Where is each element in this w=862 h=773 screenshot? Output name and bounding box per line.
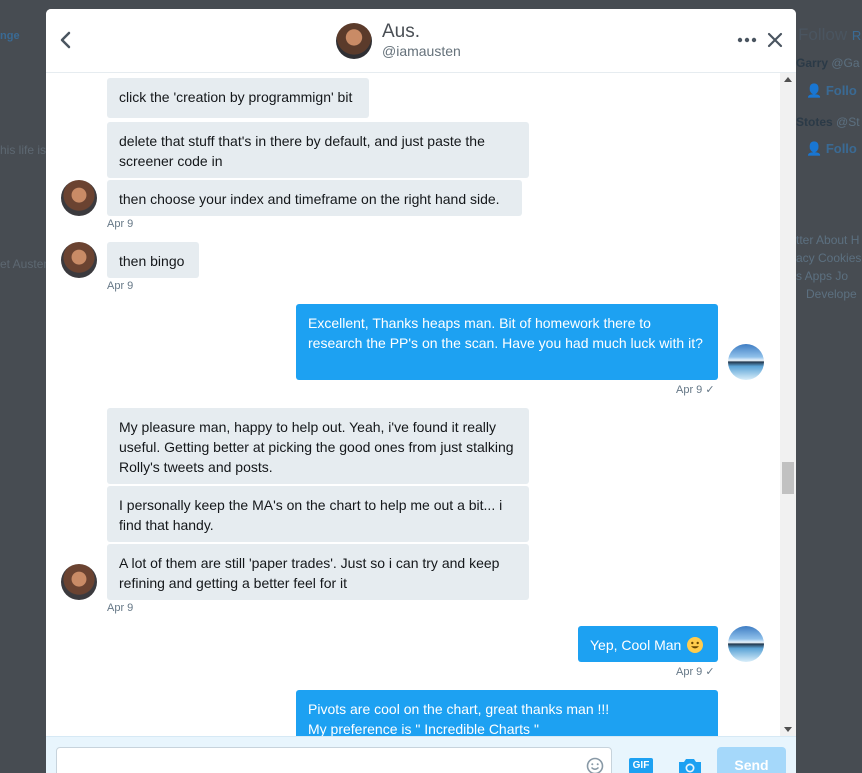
message-composer: GIF Send — [46, 736, 796, 773]
message-line: My preference is " Incredible Charts " — [308, 721, 539, 736]
scrollbar-thumb[interactable] — [782, 462, 794, 494]
avatar[interactable] — [728, 344, 764, 380]
message-bubble-received[interactable]: delete that stuff that's in there by def… — [107, 122, 529, 178]
bg-footer-link: Develope — [806, 287, 857, 301]
conversation-handle: @iamausten — [382, 43, 461, 59]
close-icon — [767, 32, 783, 48]
camera-icon — [679, 759, 701, 773]
send-button[interactable]: Send — [717, 747, 786, 773]
message-list: click the 'creation by programmign' bit … — [46, 73, 781, 736]
close-button[interactable] — [766, 30, 784, 50]
gif-button[interactable]: GIF — [629, 758, 653, 773]
message-bubble-received[interactable]: My pleasure man, happy to help out. Yeah… — [107, 408, 529, 484]
bg-user-1: Garry @Ga — [796, 56, 860, 70]
message-bubble-sent[interactable]: Yep, Cool Man — [578, 626, 718, 662]
bg-footer-link: acy Cookies — [796, 251, 862, 265]
bg-fragment: et Austen — [0, 257, 51, 271]
avatar[interactable] — [61, 242, 97, 278]
add-photo-button[interactable] — [677, 756, 703, 773]
message-timestamp: Apr 9 ✓ — [676, 666, 715, 678]
message-bubble-sent[interactable]: Pivots are cool on the chart, great than… — [296, 690, 718, 736]
bg-follow-heading: Follow R — [798, 25, 862, 44]
message-line: Pivots are cool on the chart, great than… — [308, 701, 610, 717]
more-options-button[interactable] — [736, 29, 758, 51]
bg-footer-link: s Apps Jo — [796, 269, 849, 283]
bg-fragment: nge — [0, 30, 20, 42]
bg-user-2: Stotes @St — [796, 115, 860, 129]
conversation-header: Aus. @iamausten — [46, 9, 796, 73]
message-bubble-received[interactable]: A lot of them are still 'paper trades'. … — [107, 544, 529, 600]
avatar[interactable] — [61, 180, 97, 216]
message-bubble-received[interactable]: then choose your index and timeframe on … — [107, 180, 522, 216]
message-timestamp: Apr 9 ✓ — [676, 384, 715, 396]
avatar[interactable] — [61, 564, 97, 600]
scroll-up-arrow-icon[interactable] — [784, 77, 792, 82]
dm-conversation-modal: Aus. @iamausten click the 'creation by p… — [46, 9, 796, 773]
bg-follow-button-1: 👤 Follo — [806, 83, 857, 98]
read-check-icon: ✓ — [705, 666, 715, 678]
more-dots-icon — [737, 37, 757, 43]
smiley-emoji-icon — [687, 637, 704, 653]
avatar[interactable] — [336, 23, 372, 59]
chevron-left-icon — [60, 31, 71, 49]
bg-footer-link: tter About H — [796, 233, 860, 247]
message-bubble-sent[interactable]: Excellent, Thanks heaps man. Bit of home… — [296, 304, 718, 380]
message-timestamp: Apr 9 — [107, 280, 134, 292]
avatar[interactable] — [728, 626, 764, 662]
smiley-icon — [586, 757, 604, 773]
message-bubble-received[interactable]: then bingo — [107, 242, 199, 278]
read-check-icon: ✓ — [705, 384, 715, 396]
conversation-scrollbar[interactable] — [780, 73, 796, 736]
conversation-name: Aus. — [382, 21, 421, 42]
message-timestamp: Apr 9 — [107, 218, 134, 230]
bg-fragment: his life is — [0, 143, 47, 157]
emoji-button[interactable] — [586, 757, 604, 773]
message-timestamp: Apr 9 — [107, 602, 134, 614]
scroll-down-arrow-icon[interactable] — [784, 727, 792, 732]
back-button[interactable] — [56, 29, 76, 51]
message-bubble-received[interactable]: click the 'creation by programmign' bit — [107, 78, 369, 118]
bg-follow-button-2: 👤 Follo — [806, 141, 857, 156]
message-input[interactable] — [56, 747, 612, 773]
message-bubble-received[interactable]: I personally keep the MA's on the chart … — [107, 486, 529, 542]
